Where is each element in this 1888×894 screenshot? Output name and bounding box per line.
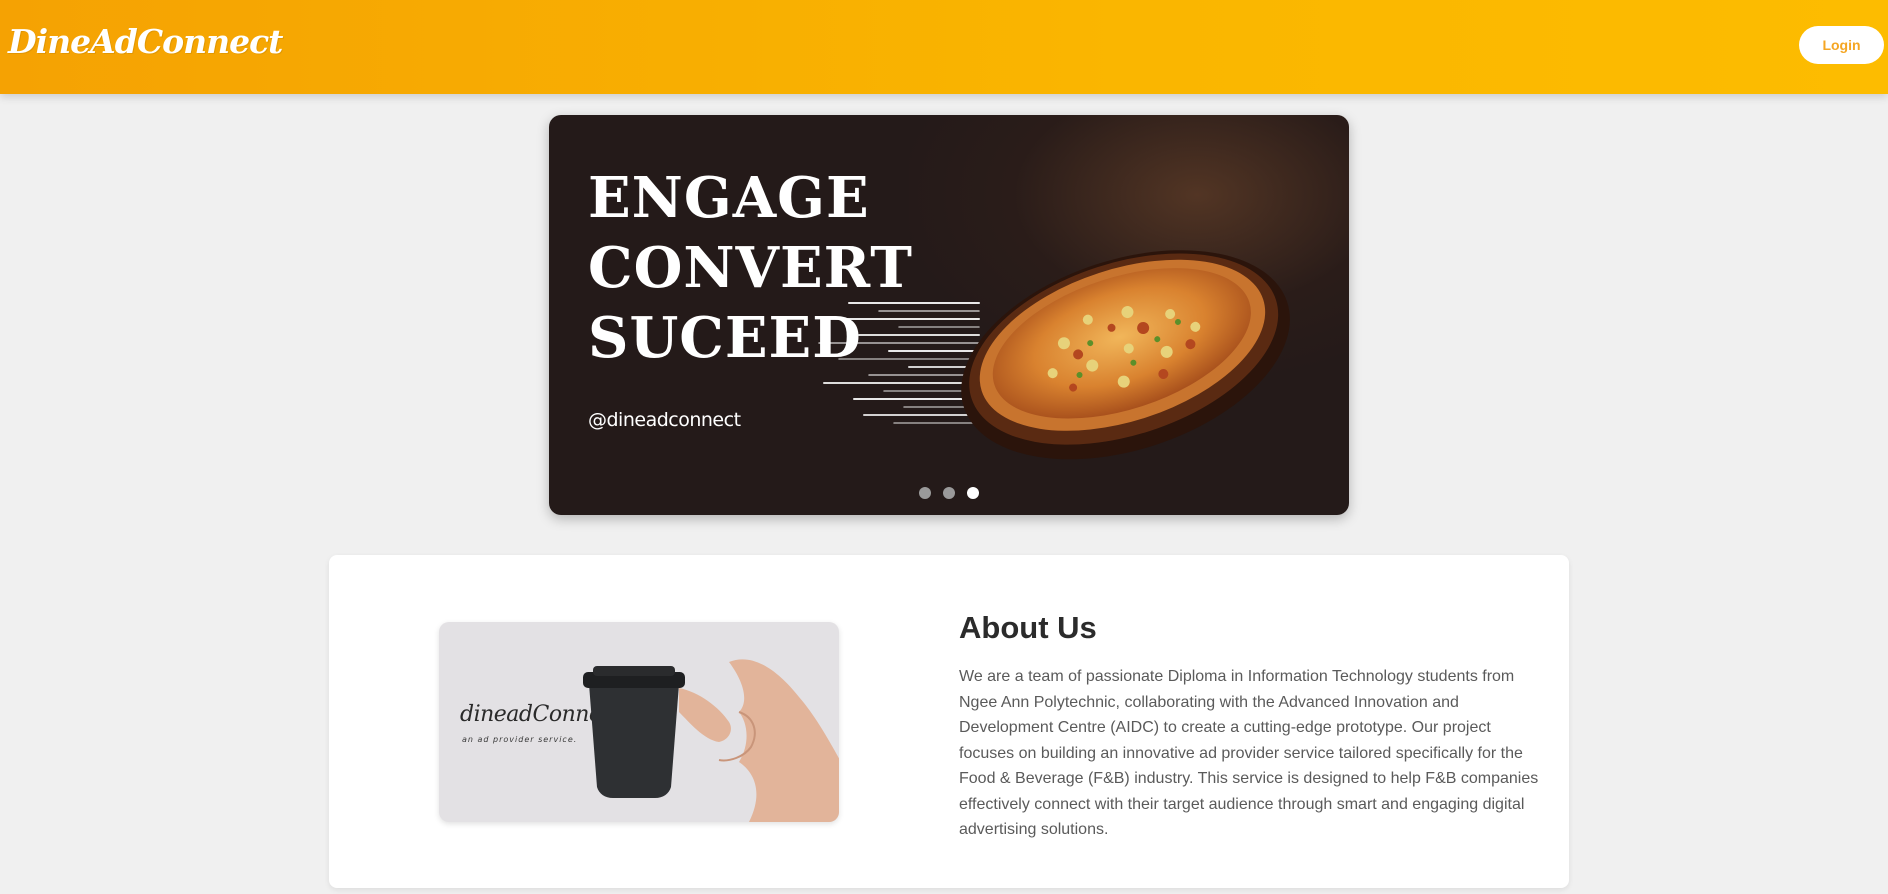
headline-line-1: ENGAGE bbox=[588, 165, 870, 231]
about-title: About Us bbox=[959, 610, 1097, 645]
social-handle: @dineadconnect bbox=[588, 409, 741, 431]
coffee-cup-hand-graphic bbox=[583, 659, 839, 822]
image-tagline: an ad provider service. bbox=[462, 735, 578, 744]
login-button[interactable]: Login bbox=[1799, 26, 1884, 64]
about-image: dineadConnect an ad provider service. bbox=[439, 622, 839, 822]
carousel-indicators bbox=[549, 486, 1349, 504]
pizza-image bbox=[961, 250, 1290, 460]
site-logo[interactable]: DineAdConnect bbox=[8, 22, 283, 61]
top-navbar: DineAdConnect Login bbox=[0, 0, 1888, 94]
about-section: dineadConnect an ad provider service. Ab… bbox=[329, 555, 1569, 888]
hero-carousel: ENGAGE CONVERT SUCEED @dineadconnect bbox=[549, 115, 1349, 515]
carousel-dot-1[interactable] bbox=[918, 487, 931, 499]
carousel-dot-3[interactable] bbox=[967, 487, 980, 499]
carousel-dot-2[interactable] bbox=[943, 487, 955, 499]
headline-line-2: CONVERT bbox=[588, 235, 913, 301]
about-description: We are a team of passionate Diploma in I… bbox=[959, 668, 1539, 838]
